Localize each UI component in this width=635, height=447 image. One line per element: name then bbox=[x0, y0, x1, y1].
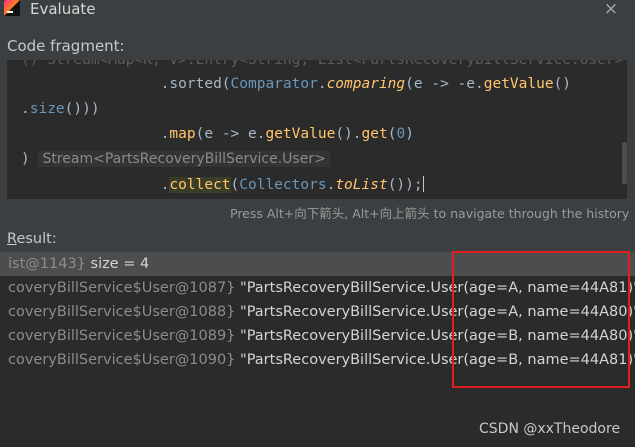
code-fragment-label: Code fragment: bbox=[7, 37, 125, 55]
code-line-4: ) Stream<PartsRecoveryBillService.User> bbox=[21, 151, 330, 167]
title-bar: Evaluate × bbox=[0, 0, 635, 26]
window-title: Evaluate bbox=[30, 0, 96, 18]
red-annotation-box bbox=[452, 251, 630, 388]
code-line-5: .collect(Collectors.toList()); bbox=[160, 176, 425, 193]
watermark: CSDN @xxTheodore bbox=[479, 421, 621, 437]
result-label: Result: bbox=[7, 231, 57, 247]
type-inlay-hint: Stream<PartsRecoveryBillService.User> bbox=[38, 151, 330, 167]
code-line-2: .size())) bbox=[21, 101, 100, 117]
code-line-0: () Stream<Map<K, V>.Entry<String, List<P… bbox=[21, 60, 627, 68]
intellij-app-icon bbox=[4, 0, 20, 16]
history-hint: Press Alt+向下箭头, Alt+向上箭头 to navigate thr… bbox=[230, 206, 630, 221]
text-caret bbox=[422, 176, 425, 192]
code-line-3: .map(e -> e.getValue().get(0) bbox=[160, 126, 414, 142]
code-line-1: .sorted(Comparator.comparing(e -> -e.get… bbox=[160, 76, 572, 92]
code-scrollbar-thumb[interactable] bbox=[622, 142, 627, 184]
code-fragment-editor[interactable]: () Stream<Map<K, V>.Entry<String, List<P… bbox=[7, 60, 627, 199]
close-icon[interactable]: × bbox=[603, 1, 619, 18]
